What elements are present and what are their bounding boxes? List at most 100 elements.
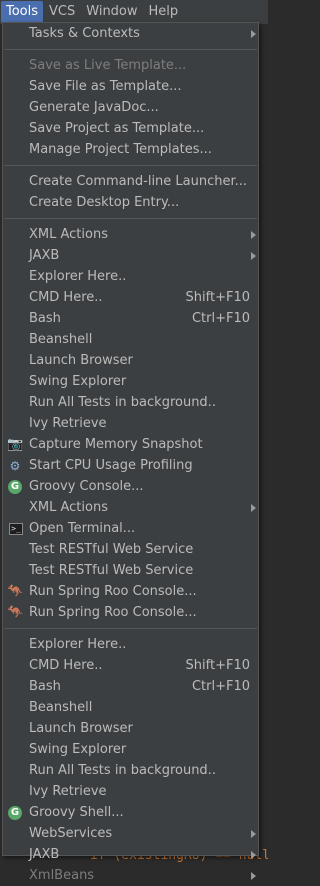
menu-item-bash[interactable]: Bash Ctrl+F10 xyxy=(3,308,258,329)
menu-item-tasks-contexts[interactable]: Tasks & Contexts xyxy=(3,23,258,44)
menu-item-label: Generate JavaDoc... xyxy=(29,100,159,115)
menu-item-label: JAXB xyxy=(29,847,60,862)
menu-item-jaxb[interactable]: JAXB xyxy=(3,844,258,865)
menu-item-label: Save File as Template... xyxy=(29,79,182,94)
menu-item-label: Run All Tests in background.. xyxy=(29,395,216,410)
terminal-icon: >_ xyxy=(9,523,23,535)
menu-item-generate-javadoc[interactable]: Generate JavaDoc... xyxy=(3,97,258,118)
menu-item-open-terminal[interactable]: >_ Open Terminal... xyxy=(3,518,258,539)
menu-item-xmlbeans[interactable]: XmlBeans xyxy=(3,865,258,886)
menu-item-label: Start CPU Usage Profiling xyxy=(29,458,193,473)
menu-item-jaxb[interactable]: JAXB xyxy=(3,245,258,266)
menu-item-beanshell[interactable]: Beanshell xyxy=(3,329,258,350)
menu-item-label: Swing Explorer xyxy=(29,742,127,757)
menu-item-label: Ivy Retrieve xyxy=(29,784,107,799)
menu-item-label: Create Command-line Launcher... xyxy=(29,174,248,189)
menu-item-create-command-line-launcher[interactable]: Create Command-line Launcher... xyxy=(3,171,258,192)
submenu-arrow-icon xyxy=(251,830,256,838)
menu-item-label: Capture Memory Snapshot xyxy=(29,437,203,452)
menu-item-run-all-tests-in-background[interactable]: Run All Tests in background.. xyxy=(3,392,258,413)
spring-roo-icon: 🦘 xyxy=(7,605,24,620)
menu-item-label: Swing Explorer xyxy=(29,374,127,389)
menu-item-label: XML Actions xyxy=(29,227,108,242)
menu-item-cmd-here[interactable]: CMD Here.. Shift+F10 xyxy=(3,287,258,308)
submenu-arrow-icon xyxy=(251,30,256,38)
menu-item-run-spring-roo-console[interactable]: 🦘 Run Spring Roo Console... xyxy=(3,602,258,623)
menu-item-launch-browser[interactable]: Launch Browser xyxy=(3,350,258,371)
spring-roo-icon: 🦘 xyxy=(7,584,24,599)
menubar-tools[interactable]: Tools xyxy=(1,1,44,23)
menu-item-run-spring-roo-console[interactable]: 🦘 Run Spring Roo Console... xyxy=(3,581,258,602)
menu-item-swing-explorer[interactable]: Swing Explorer xyxy=(3,371,258,392)
menu-item-explorer-here[interactable]: Explorer Here.. xyxy=(3,266,258,287)
menu-item-swing-explorer[interactable]: Swing Explorer xyxy=(3,739,258,760)
submenu-arrow-icon xyxy=(251,851,256,859)
menubar-help[interactable]: Help xyxy=(144,1,184,23)
menu-item-test-restful-web-service[interactable]: Test RESTful Web Service xyxy=(3,560,258,581)
editor-background xyxy=(260,24,268,865)
menu-item-label: XML Actions xyxy=(29,500,108,515)
menu-item-launch-browser[interactable]: Launch Browser xyxy=(3,718,258,739)
menu-item-save-project-as-template[interactable]: Save Project as Template... xyxy=(3,118,258,139)
menu-item-beanshell[interactable]: Beanshell xyxy=(3,697,258,718)
menu-item-shortcut: Ctrl+F10 xyxy=(191,311,250,326)
menu-item-capture-memory-snapshot[interactable]: 📷 Capture Memory Snapshot xyxy=(3,434,258,455)
tools-dropdown-menu: Tasks & Contexts Save as Live Template...… xyxy=(2,22,259,883)
menu-separator xyxy=(3,213,258,224)
submenu-arrow-icon xyxy=(251,872,256,880)
menu-item-label: Launch Browser xyxy=(29,353,133,368)
menu-item-test-restful-web-service[interactable]: Test RESTful Web Service xyxy=(3,539,258,560)
menu-item-ivy-retrieve[interactable]: Ivy Retrieve xyxy=(3,781,258,802)
menu-item-groovy-console[interactable]: G Groovy Console... xyxy=(3,476,258,497)
menubar-window[interactable]: Window xyxy=(81,1,142,23)
menu-item-label: CMD Here.. xyxy=(29,658,103,673)
menu-item-label: Ivy Retrieve xyxy=(29,416,107,431)
menu-item-start-cpu-usage-profiling[interactable]: ⚙ Start CPU Usage Profiling xyxy=(3,455,258,476)
menu-item-groovy-shell[interactable]: G Groovy Shell... xyxy=(3,802,258,823)
menu-item-label: Save Project as Template... xyxy=(29,121,205,136)
menu-item-label: Create Desktop Entry... xyxy=(29,195,180,210)
menu-item-run-all-tests-in-background[interactable]: Run All Tests in background.. xyxy=(3,760,258,781)
cpu-profiler-icon: ⚙ xyxy=(9,459,21,473)
menu-item-ivy-retrieve[interactable]: Ivy Retrieve xyxy=(3,413,258,434)
submenu-arrow-icon xyxy=(251,231,256,239)
menu-item-label: XmlBeans xyxy=(29,868,95,883)
menu-item-shortcut: Shift+F10 xyxy=(185,658,250,673)
menu-item-bash[interactable]: Bash Ctrl+F10 xyxy=(3,676,258,697)
menu-item-save-file-as-template[interactable]: Save File as Template... xyxy=(3,76,258,97)
menu-item-create-desktop-entry[interactable]: Create Desktop Entry... xyxy=(3,192,258,213)
menu-item-label: Bash xyxy=(29,311,61,326)
menu-item-label: Save as Live Template... xyxy=(29,58,187,73)
camera-icon: 📷 xyxy=(7,437,24,452)
menu-item-label: Open Terminal... xyxy=(29,521,136,536)
menu-item-label: WebServices xyxy=(29,826,113,841)
menubar-vcs[interactable]: VCS xyxy=(44,1,80,23)
menu-item-label: Beanshell xyxy=(29,332,93,347)
menu-item-label: Tasks & Contexts xyxy=(29,26,140,41)
menu-item-cmd-here[interactable]: CMD Here.. Shift+F10 xyxy=(3,655,258,676)
menu-item-xml-actions[interactable]: XML Actions xyxy=(3,497,258,518)
menu-item-label: Manage Project Templates... xyxy=(29,142,212,157)
menu-item-label: JAXB xyxy=(29,248,60,263)
menu-separator xyxy=(3,160,258,171)
menu-separator xyxy=(3,623,258,634)
menu-item-label: Explorer Here.. xyxy=(29,637,127,652)
menu-item-label: Bash xyxy=(29,679,61,694)
menu-item-label: Beanshell xyxy=(29,700,93,715)
menu-item-manage-project-templates[interactable]: Manage Project Templates... xyxy=(3,139,258,160)
menu-item-label: Run Spring Roo Console... xyxy=(29,584,197,599)
menu-item-label: Test RESTful Web Service xyxy=(29,542,194,557)
menu-item-label: Groovy Shell... xyxy=(29,805,124,820)
menu-item-label: Run Spring Roo Console... xyxy=(29,605,197,620)
menu-item-webservices[interactable]: WebServices xyxy=(3,823,258,844)
menu-item-label: Explorer Here.. xyxy=(29,269,127,284)
submenu-arrow-icon xyxy=(251,504,256,512)
menu-item-label: Test RESTful Web Service xyxy=(29,563,194,578)
menu-item-shortcut: Shift+F10 xyxy=(185,290,250,305)
menu-item-xml-actions[interactable]: XML Actions xyxy=(3,224,258,245)
menu-item-label: Groovy Console... xyxy=(29,479,144,494)
menu-item-label: Run All Tests in background.. xyxy=(29,763,216,778)
menu-item-explorer-here[interactable]: Explorer Here.. xyxy=(3,634,258,655)
submenu-arrow-icon xyxy=(251,252,256,260)
menu-item-save-as-live-template[interactable]: Save as Live Template... xyxy=(3,55,258,76)
